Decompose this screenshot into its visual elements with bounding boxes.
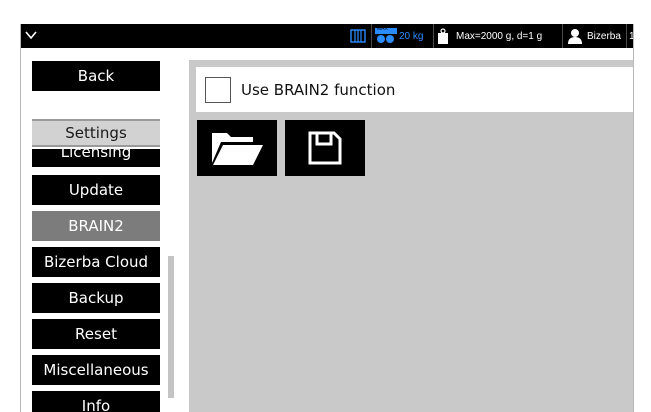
sidebar-item-backup[interactable]: Backup <box>32 283 160 313</box>
main-panel: Use BRAIN2 function <box>189 60 633 412</box>
sidebar-item-miscellaneous[interactable]: Miscellaneous <box>32 355 160 385</box>
brain2-checkbox[interactable] <box>205 76 231 103</box>
user-name: Bizerba <box>587 30 621 42</box>
save-icon <box>308 131 342 165</box>
sidebar-item-licensing[interactable]: Licensing <box>32 149 160 169</box>
sidebar-item-brain2[interactable]: BRAIN2 <box>32 211 160 241</box>
status-bar: MAX 20 kg Max=2000 g, d=1 g Bizerba 1 <box>21 24 633 48</box>
sidebar-item-update[interactable]: Update <box>32 175 160 205</box>
brain2-option-row[interactable]: Use BRAIN2 function <box>196 67 633 112</box>
weight-limit: MAX 20 kg <box>371 24 431 48</box>
scale-display-icon <box>350 29 366 43</box>
brain2-option-label: Use BRAIN2 function <box>241 80 396 99</box>
save-button[interactable] <box>285 120 365 176</box>
weight-limit-value: 20 kg <box>399 30 424 42</box>
sidebar-item-label: Licensing <box>32 149 160 167</box>
open-folder-button[interactable] <box>197 120 277 176</box>
scale-info-text: Max=2000 g, d=1 g <box>456 30 543 42</box>
sidebar-item-info[interactable]: Info <box>32 391 160 412</box>
chevron-down-icon[interactable] <box>24 28 38 42</box>
sidebar: Back Settings Licensing Update BRAIN2 Bi… <box>21 48 187 412</box>
back-button[interactable]: Back <box>32 61 160 91</box>
app-frame: MAX 20 kg Max=2000 g, d=1 g Bizerba 1 Ba… <box>20 24 634 412</box>
user-info[interactable]: Bizerba <box>562 24 625 48</box>
sidebar-item-bizerba-cloud[interactable]: Bizerba Cloud <box>32 247 160 277</box>
user-suffix: 1 <box>626 24 633 48</box>
scale-info: Max=2000 g, d=1 g <box>433 24 561 48</box>
weight-icon <box>438 28 448 44</box>
scale-status <box>347 24 369 48</box>
user-icon <box>568 29 582 44</box>
folder-open-icon <box>212 133 263 165</box>
scrollbar-thumb[interactable] <box>168 256 174 398</box>
sidebar-item-reset[interactable]: Reset <box>32 319 160 349</box>
settings-section-label: Settings <box>32 119 160 147</box>
weight-limit-badge: MAX <box>377 26 388 32</box>
